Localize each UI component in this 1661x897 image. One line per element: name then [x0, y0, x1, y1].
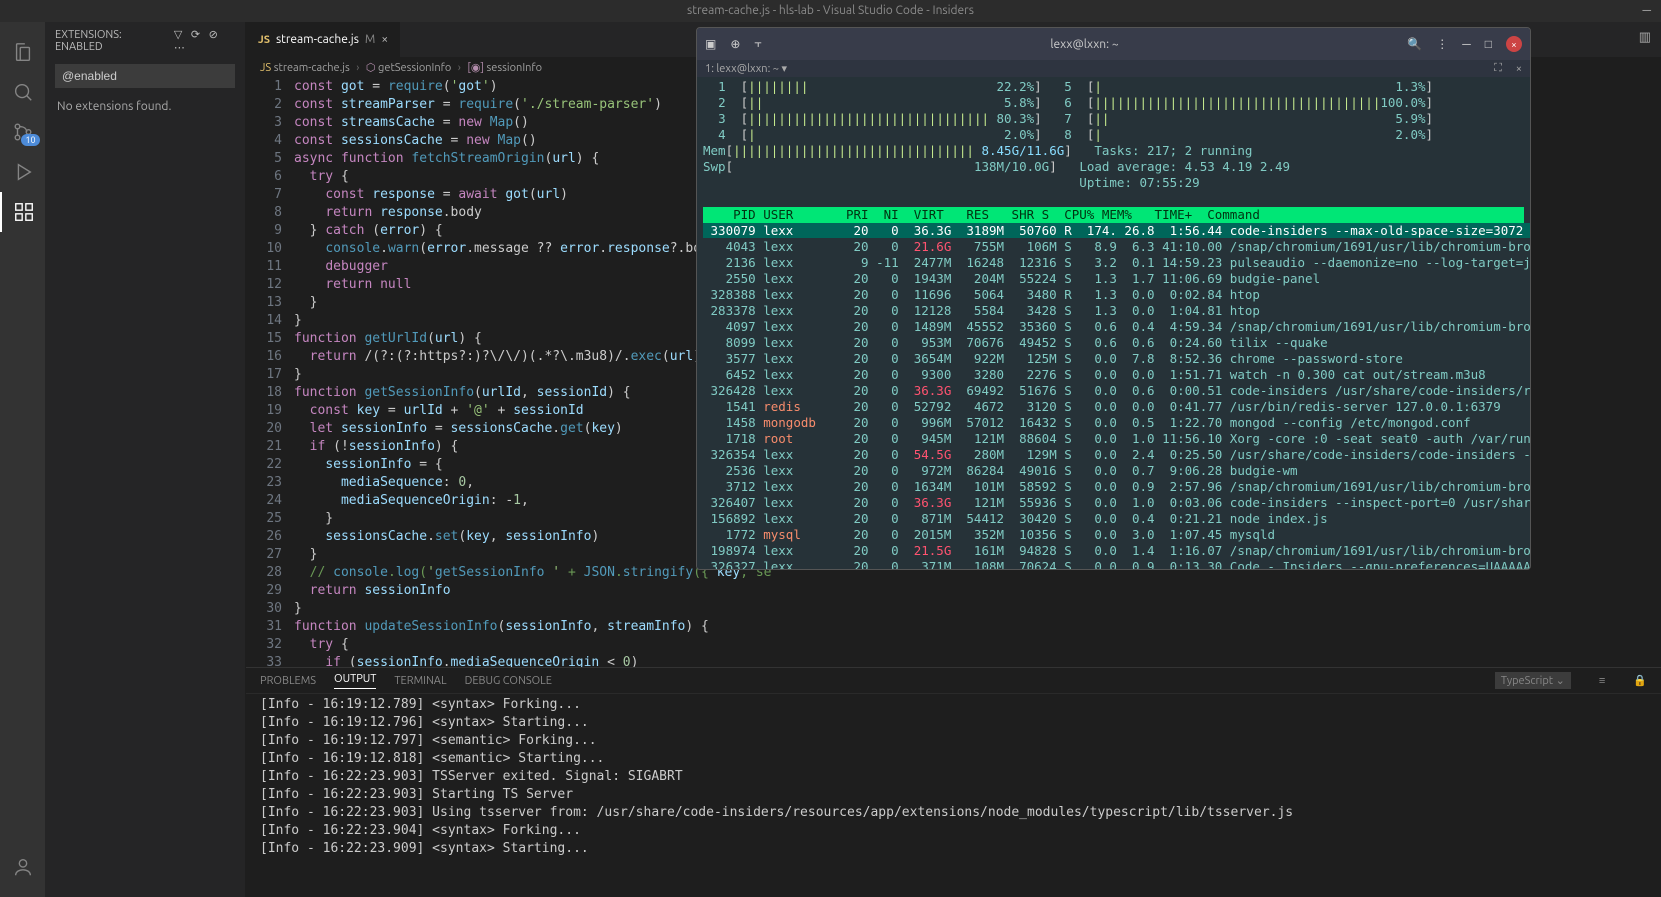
panel-tab-debug[interactable]: DEBUG CONSOLE: [465, 675, 552, 687]
terminal-tab[interactable]: 1: lexx@lxxn: ~ ▾: [705, 62, 787, 75]
modified-indicator: M: [365, 33, 375, 46]
more-icon[interactable]: ⋯: [174, 42, 185, 54]
split-editor-icon[interactable]: ▥: [1629, 22, 1661, 57]
tab-filename: stream-cache.js: [276, 33, 359, 46]
search-icon[interactable]: [0, 72, 45, 112]
js-file-icon: JS: [260, 62, 271, 74]
bottom-panel: PROBLEMS OUTPUT TERMINAL DEBUG CONSOLE T…: [246, 667, 1661, 897]
panel-toggle-icon[interactable]: ≡: [1599, 675, 1605, 687]
terminal-maximize-icon[interactable]: □: [1485, 37, 1492, 51]
terminal-expand-icon[interactable]: ⛶: [1494, 62, 1502, 75]
panel-lock-icon[interactable]: 🔒: [1633, 674, 1647, 687]
account-icon[interactable]: [0, 847, 45, 887]
terminal-search-icon[interactable]: 🔍: [1407, 37, 1422, 51]
terminal-close-icon[interactable]: ×: [1506, 36, 1522, 52]
extensions-search-input[interactable]: [55, 64, 235, 88]
js-file-icon: JS: [258, 34, 270, 46]
clear-icon[interactable]: ⊘: [209, 29, 218, 41]
window-titlebar: stream-cache.js - hls-lab - Visual Studi…: [0, 0, 1661, 22]
tab-stream-cache[interactable]: JS stream-cache.js M ×: [246, 22, 401, 57]
minimize-icon[interactable]: ─: [1642, 4, 1651, 17]
output-content[interactable]: [Info - 16:19:12.789] <syntax> Forking..…: [246, 694, 1661, 897]
filter-icon[interactable]: ▽: [174, 29, 182, 41]
sidebar-title: EXTENSIONS: ENABLED: [55, 29, 168, 53]
add-tab-icon[interactable]: ⊕: [730, 37, 740, 51]
extensions-icon[interactable]: [0, 192, 45, 232]
new-terminal-icon[interactable]: ▣: [705, 37, 716, 51]
terminal-minimize-icon[interactable]: ─: [1462, 37, 1471, 51]
terminal-menu-icon[interactable]: ⋮: [1436, 37, 1448, 51]
panel-tab-terminal[interactable]: TERMINAL: [394, 675, 446, 687]
terminal-tab-close-icon[interactable]: ×: [1516, 63, 1522, 75]
panel-tab-problems[interactable]: PROBLEMS: [260, 675, 316, 687]
scm-badge: 10: [21, 134, 39, 146]
explorer-icon[interactable]: [0, 32, 45, 72]
title-text: stream-cache.js - hls-lab - Visual Studi…: [687, 4, 974, 17]
debug-icon[interactable]: [0, 152, 45, 192]
close-tab-icon[interactable]: ×: [381, 33, 388, 46]
activity-bar: 10: [0, 22, 45, 897]
refresh-icon[interactable]: ⟳: [191, 29, 200, 41]
source-control-icon[interactable]: 10: [0, 112, 45, 152]
htop-output[interactable]: 1 [|||||||| 22.2%] 5 [| 1.3%] 2 [|| 5.8%…: [697, 77, 1530, 569]
terminal-window[interactable]: ▣ ⊕ ⫟ lexx@lxxn: ~ 🔍 ⋮ ─ □ × 1: lexx@lxx…: [696, 27, 1531, 570]
line-numbers: 1234567891011121314151617181920212223242…: [246, 78, 294, 667]
split-terminal-icon[interactable]: ⫟: [754, 37, 761, 51]
output-filter-select[interactable]: TypeScript ⌄: [1495, 672, 1571, 689]
no-extensions-message: No extensions found.: [45, 92, 245, 121]
extensions-sidebar: EXTENSIONS: ENABLED ▽ ⟳ ⊘ ⋯ No extension…: [45, 22, 246, 897]
panel-tab-output[interactable]: OUTPUT: [334, 673, 376, 689]
terminal-title: lexx@lxxn: ~: [776, 38, 1394, 51]
